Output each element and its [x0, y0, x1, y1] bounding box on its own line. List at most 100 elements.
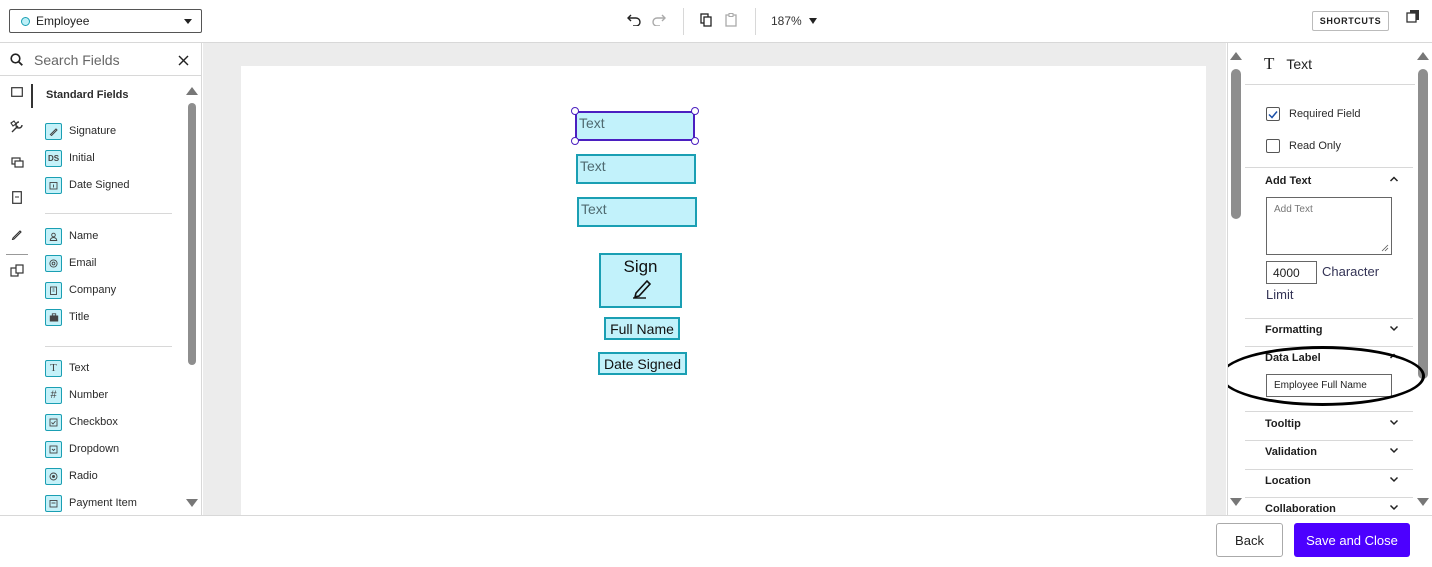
- field-name[interactable]: Name: [45, 227, 98, 245]
- checkbox-unchecked[interactable]: [1266, 139, 1280, 153]
- chevron-down-icon: [1388, 415, 1400, 433]
- field-signature[interactable]: Signature: [45, 122, 116, 140]
- field-payment-item[interactable]: Payment Item: [45, 494, 137, 512]
- person-icon: [45, 227, 62, 245]
- resize-handle[interactable]: [691, 137, 699, 145]
- initials-icon: DS: [45, 149, 62, 167]
- field-date-signed[interactable]: Date Signed: [45, 176, 130, 194]
- formatting-section-header[interactable]: Formatting: [1265, 322, 1400, 338]
- date-signed-tag[interactable]: Date Signed: [598, 352, 687, 375]
- location-section-header[interactable]: Location: [1265, 473, 1400, 489]
- full-name-tag[interactable]: Full Name: [604, 317, 680, 340]
- tooltip-section-header[interactable]: Tooltip: [1265, 416, 1400, 432]
- field-label: Signature: [69, 125, 117, 137]
- document-icon[interactable]: [9, 189, 25, 205]
- read-only-checkbox[interactable]: Read Only: [1266, 139, 1341, 153]
- undo-icon[interactable]: [626, 12, 642, 28]
- add-text-textarea[interactable]: Add Text: [1266, 197, 1392, 255]
- recipient-dropdown[interactable]: Employee: [9, 9, 202, 33]
- close-icon[interactable]: [178, 53, 189, 71]
- section-divider: [1245, 411, 1413, 412]
- layers-icon[interactable]: [9, 154, 25, 170]
- collaboration-section-header[interactable]: Collaboration: [1265, 501, 1400, 515]
- resize-grip-icon[interactable]: [1381, 244, 1389, 252]
- field-label: Payment Item: [69, 497, 137, 509]
- field-label: Radio: [69, 470, 98, 482]
- search-input[interactable]: Search Fields: [34, 52, 120, 68]
- scrollbar-thumb[interactable]: [188, 103, 196, 365]
- fields-panel: Search Fields Standard Fields Signature …: [0, 43, 202, 515]
- required-field-checkbox[interactable]: Required Field: [1266, 107, 1361, 121]
- top-toolbar: Employee 187% SHORTCUTS: [0, 0, 1432, 43]
- zoom-level[interactable]: 187%: [771, 14, 802, 28]
- textarea-placeholder: Add Text: [1274, 204, 1313, 215]
- section-divider: [1245, 469, 1413, 470]
- resize-handle[interactable]: [691, 107, 699, 115]
- redo-icon[interactable]: [651, 12, 667, 28]
- section-title: Location: [1265, 475, 1311, 487]
- toolbar-divider: [683, 8, 684, 35]
- field-type-header: T Text: [1245, 43, 1415, 85]
- building-icon: [45, 281, 62, 299]
- copy-icon[interactable]: [698, 12, 714, 28]
- field-company[interactable]: Company: [45, 281, 116, 299]
- field-label: Initial: [69, 152, 95, 164]
- character-limit-input[interactable]: 4000: [1266, 261, 1317, 284]
- field-label: Dropdown: [69, 443, 120, 455]
- tools-icon[interactable]: [9, 119, 25, 135]
- recipient-name: Employee: [36, 14, 90, 28]
- field-checkbox[interactable]: Checkbox: [45, 413, 118, 431]
- field-dropdown[interactable]: Dropdown: [45, 440, 119, 458]
- calendar-icon: [45, 176, 62, 194]
- text-tag[interactable]: Text: [577, 197, 697, 227]
- scroll-down-arrow-icon[interactable]: [1417, 498, 1429, 506]
- resize-handle[interactable]: [571, 137, 579, 145]
- canvas-scrollbar-thumb[interactable]: [1231, 69, 1241, 219]
- standard-fields-icon[interactable]: [9, 84, 25, 100]
- pages-icon[interactable]: [1405, 8, 1421, 24]
- section-title: Add Text: [1265, 175, 1312, 187]
- panel-scrollbar-thumb[interactable]: [1418, 69, 1428, 379]
- scroll-up-arrow-icon[interactable]: [1417, 52, 1429, 60]
- section-title: Collaboration: [1265, 503, 1336, 515]
- field-initial[interactable]: DS Initial: [45, 149, 95, 167]
- field-title[interactable]: Title: [45, 308, 89, 326]
- character-limit-label-cont: Limit: [1266, 287, 1294, 302]
- field-label: Date Signed: [69, 179, 130, 191]
- annotation-ellipse: [1228, 346, 1425, 406]
- scroll-up-arrow-icon[interactable]: [1230, 52, 1242, 60]
- paste-icon[interactable]: [723, 12, 739, 28]
- section-title: Tooltip: [1265, 418, 1301, 430]
- field-email[interactable]: Email: [45, 254, 97, 272]
- document-canvas: Text Text Text Sign Full Name Date Signe…: [203, 43, 1226, 518]
- scroll-up-arrow-icon[interactable]: [186, 87, 198, 95]
- scroll-down-arrow-icon[interactable]: [1230, 498, 1242, 506]
- validation-section-header[interactable]: Validation: [1265, 444, 1400, 460]
- chevron-down-icon: [1388, 472, 1400, 490]
- field-label: Company: [69, 284, 117, 296]
- search-bar: Search Fields: [0, 43, 201, 76]
- resize-handle[interactable]: [571, 107, 579, 115]
- templates-icon[interactable]: [9, 262, 25, 278]
- text-tag-selected[interactable]: Text: [575, 111, 695, 141]
- field-label: Name: [69, 230, 99, 242]
- panel-rail: [0, 76, 33, 515]
- document-editor: Employee 187% SHORTCUTS Search Fields St…: [0, 0, 1432, 567]
- pencil-icon[interactable]: [9, 226, 25, 242]
- scroll-down-arrow-icon[interactable]: [186, 499, 198, 507]
- search-icon: [10, 53, 23, 71]
- shortcuts-button[interactable]: SHORTCUTS: [1312, 11, 1389, 31]
- back-button[interactable]: Back: [1216, 523, 1283, 557]
- field-radio[interactable]: Radio: [45, 467, 98, 485]
- read-only-label: Read Only: [1289, 140, 1341, 152]
- zoom-chevron-icon[interactable]: [809, 18, 817, 24]
- section-divider: [1245, 167, 1413, 168]
- save-and-close-button[interactable]: Save and Close: [1294, 523, 1410, 557]
- signature-tag[interactable]: Sign: [599, 253, 682, 308]
- field-number[interactable]: # Number: [45, 386, 108, 404]
- field-text[interactable]: T Text: [45, 359, 89, 377]
- checkbox-checked[interactable]: [1266, 107, 1280, 121]
- add-text-section-header[interactable]: Add Text: [1265, 173, 1400, 189]
- section-divider: [1245, 497, 1413, 498]
- text-tag[interactable]: Text: [576, 154, 696, 184]
